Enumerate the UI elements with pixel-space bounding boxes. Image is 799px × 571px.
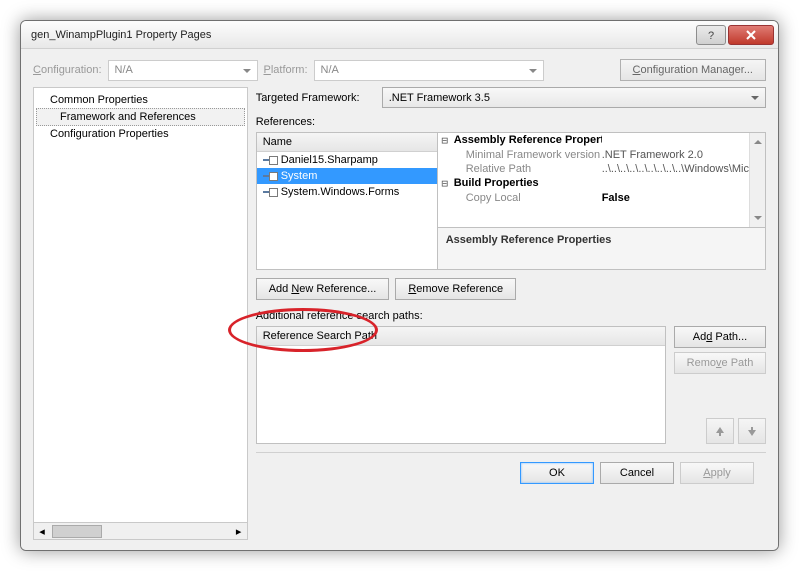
tree-framework-references[interactable]: Framework and References	[36, 108, 245, 126]
remove-reference-button[interactable]: Remove Reference	[395, 278, 516, 300]
search-path-column[interactable]: Reference Search Path	[257, 327, 665, 346]
move-up-button	[706, 418, 734, 444]
reference-icon	[263, 187, 277, 197]
scroll-down-icon[interactable]	[754, 216, 762, 224]
references-list[interactable]: Name Daniel15.Sharpamp System System.Win…	[256, 132, 438, 270]
tree-configuration-properties[interactable]: Configuration Properties	[36, 126, 245, 142]
platform-combo[interactable]: N/A	[314, 60, 544, 81]
remove-path-button: Remove Path	[674, 352, 766, 374]
window-controls: ?	[694, 25, 774, 45]
targeted-framework-combo[interactable]: .NET Framework 3.5	[382, 87, 766, 108]
titlebar: gen_WinampPlugin1 Property Pages ?	[21, 21, 778, 49]
search-paths-list[interactable]: Reference Search Path	[256, 326, 666, 444]
reference-item[interactable]: Daniel15.Sharpamp	[257, 152, 437, 168]
close-button[interactable]	[728, 25, 774, 45]
cancel-button[interactable]: Cancel	[600, 462, 674, 484]
svg-text:?: ?	[708, 30, 714, 40]
scroll-right-icon[interactable]: ▸	[231, 524, 247, 539]
targeted-framework-label: Targeted Framework:	[256, 92, 376, 104]
references-name-column[interactable]: Name	[257, 133, 437, 152]
props-vscrollbar[interactable]	[749, 133, 765, 227]
category-tree[interactable]: Common Properties Framework and Referenc…	[33, 87, 248, 523]
configuration-combo[interactable]: N/A	[108, 60, 258, 81]
additional-search-paths-label: Additional reference search paths:	[256, 310, 766, 322]
add-new-reference-button[interactable]: Add New Reference...	[256, 278, 390, 300]
move-down-button	[738, 418, 766, 444]
reference-item[interactable]: System.Windows.Forms	[257, 184, 437, 200]
collapse-icon[interactable]: ⊟	[438, 177, 452, 190]
reference-icon	[263, 171, 277, 181]
property-pages-dialog: gen_WinampPlugin1 Property Pages ? Confi…	[20, 20, 779, 551]
scroll-thumb[interactable]	[52, 525, 102, 538]
reference-properties-grid[interactable]: ⊟Assembly Reference Properties Minimal F…	[438, 132, 766, 270]
configuration-manager-button[interactable]: Configuration Manager...	[620, 59, 766, 81]
collapse-icon[interactable]: ⊟	[438, 134, 452, 147]
help-button[interactable]: ?	[696, 25, 726, 45]
config-row: Configuration: N/A Platform: N/A Configu…	[33, 59, 766, 81]
tree-hscrollbar[interactable]: ◂ ▸	[33, 523, 248, 540]
reference-item[interactable]: System	[257, 168, 437, 184]
ok-button[interactable]: OK	[520, 462, 594, 484]
apply-button: Apply	[680, 462, 754, 484]
scroll-left-icon[interactable]: ◂	[34, 524, 50, 539]
property-description: Assembly Reference Properties	[438, 227, 765, 269]
references-label: References:	[256, 116, 766, 128]
tree-common-properties[interactable]: Common Properties	[36, 92, 245, 108]
add-path-button[interactable]: Add Path...	[674, 326, 766, 348]
reference-icon	[263, 155, 277, 165]
window-title: gen_WinampPlugin1 Property Pages	[31, 29, 694, 41]
scroll-up-icon[interactable]	[754, 136, 762, 144]
